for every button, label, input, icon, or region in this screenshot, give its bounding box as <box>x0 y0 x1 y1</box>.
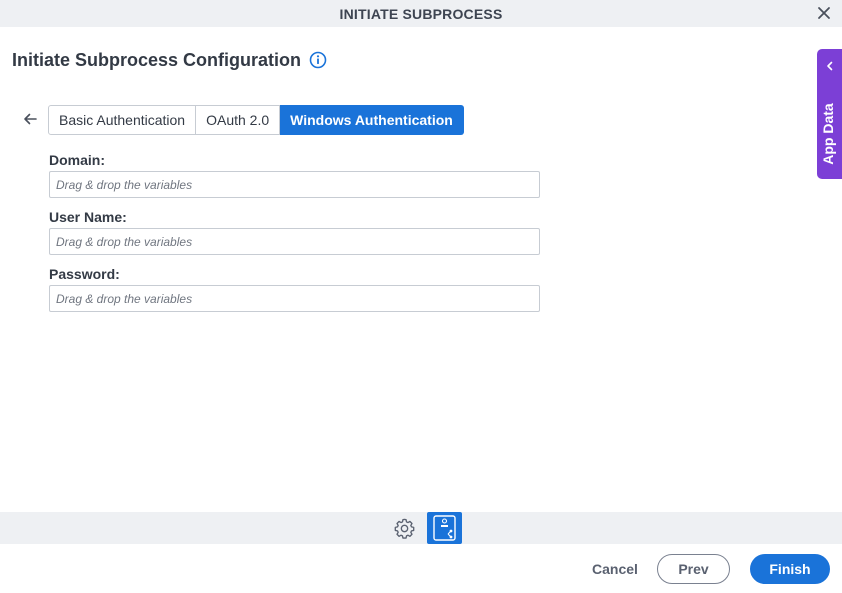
back-arrow-icon[interactable] <box>22 111 38 127</box>
prev-button[interactable]: Prev <box>657 554 730 584</box>
process-diagram-icon <box>433 515 456 541</box>
process-diagram-button[interactable] <box>427 512 462 544</box>
tab-windows-authentication[interactable]: Windows Authentication <box>280 105 464 135</box>
chevron-left-icon <box>827 61 833 71</box>
password-label: Password: <box>49 266 120 282</box>
auth-type-tabs: Basic Authentication OAuth 2.0 Windows A… <box>48 105 464 135</box>
info-icon[interactable] <box>309 51 327 69</box>
config-header: Initiate Subprocess Configuration <box>12 48 327 72</box>
dialog-title-bar: INITIATE SUBPROCESS <box>0 0 842 27</box>
gear-icon[interactable] <box>393 517 416 540</box>
tab-basic-authentication[interactable]: Basic Authentication <box>48 105 197 135</box>
domain-input[interactable] <box>49 171 540 198</box>
close-icon[interactable] <box>816 5 832 21</box>
page-title: Initiate Subprocess Configuration <box>12 49 302 70</box>
domain-label: Domain: <box>49 152 105 168</box>
finish-button[interactable]: Finish <box>750 554 830 584</box>
password-input[interactable] <box>49 285 540 312</box>
cancel-button[interactable]: Cancel <box>586 554 644 584</box>
app-data-label: App Data <box>820 103 836 165</box>
dialog-title: INITIATE SUBPROCESS <box>339 5 503 22</box>
bottom-toolbar <box>0 512 842 544</box>
initiate-subprocess-dialog: INITIATE SUBPROCESS Initiate Subprocess … <box>0 0 842 593</box>
username-input[interactable] <box>49 228 540 255</box>
tab-oauth-2[interactable]: OAuth 2.0 <box>196 105 281 135</box>
username-label: User Name: <box>49 209 127 225</box>
app-data-panel-toggle[interactable]: App Data <box>817 49 842 179</box>
